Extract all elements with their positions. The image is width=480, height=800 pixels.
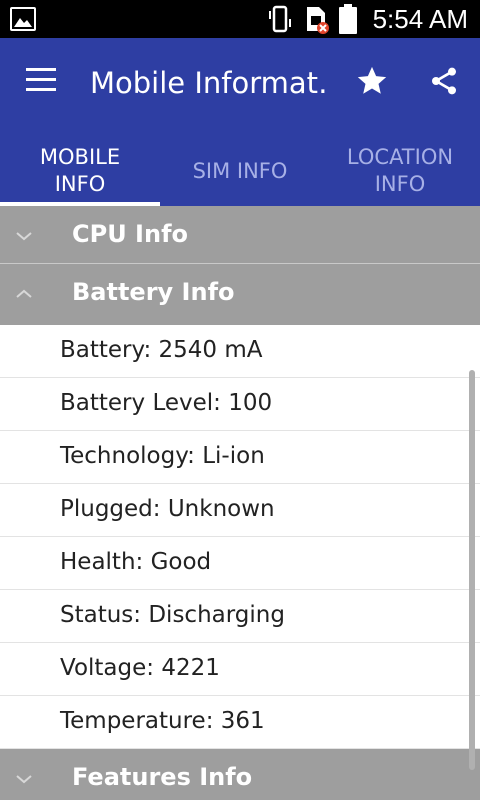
app-bar: Mobile Informat… [0, 38, 480, 136]
list-item-text: Status: Discharging [60, 602, 285, 628]
gallery-notification-icon [10, 7, 36, 31]
list-item-text: Temperature: 361 [60, 708, 265, 734]
scrollbar[interactable] [469, 370, 475, 770]
list-item-text: Battery: 2540 mA [60, 337, 263, 363]
list-item[interactable]: Plugged: Unknown [0, 484, 480, 537]
menu-icon[interactable] [26, 68, 56, 92]
status-time: 5:54 AM [372, 3, 468, 34]
app-title: Mobile Informat… [90, 66, 330, 100]
chevron-down-icon [16, 232, 32, 241]
tab-mobile-info[interactable]: MOBILE INFO [0, 136, 160, 206]
list-item[interactable]: Battery: 2540 mA [0, 325, 480, 378]
group-battery-info[interactable]: Battery Info [0, 264, 480, 325]
group-label: CPU Info [72, 220, 188, 248]
tab-bar: MOBILE INFO SIM INFO LOCATION INFO [0, 136, 480, 206]
list-item-text: Health: Good [60, 549, 212, 575]
star-icon[interactable] [355, 64, 389, 98]
status-icons: 5:54 AM [267, 0, 468, 38]
list-item[interactable]: Voltage: 4221 [0, 643, 480, 696]
vibrate-icon [268, 5, 291, 33]
sim-error-icon [306, 7, 329, 34]
group-features-info[interactable]: Features Info [0, 749, 480, 800]
share-icon[interactable] [428, 64, 460, 98]
list-item[interactable]: Technology: Li-ion [0, 431, 480, 484]
list-item-text: Technology: Li-ion [60, 443, 265, 469]
battery-icon [338, 4, 357, 34]
list-item[interactable]: Status: Discharging [0, 590, 480, 643]
list-item[interactable]: Temperature: 361 [0, 696, 480, 749]
list-item[interactable]: Health: Good [0, 537, 480, 590]
chevron-down-icon [16, 775, 32, 784]
list-item[interactable]: Battery Level: 100 [0, 378, 480, 431]
list-item-text: Battery Level: 100 [60, 390, 273, 416]
status-bar: 5:54 AM [0, 0, 480, 38]
group-label: Battery Info [72, 278, 235, 306]
tab-sim-info[interactable]: SIM INFO [160, 136, 320, 206]
tab-location-info[interactable]: LOCATION INFO [320, 136, 480, 206]
list-item-text: Voltage: 4221 [60, 655, 220, 681]
group-cpu-info[interactable]: CPU Info [0, 206, 480, 267]
chevron-up-icon [16, 289, 32, 298]
group-label: Features Info [72, 763, 253, 791]
list-item-text: Plugged: Unknown [60, 496, 275, 522]
